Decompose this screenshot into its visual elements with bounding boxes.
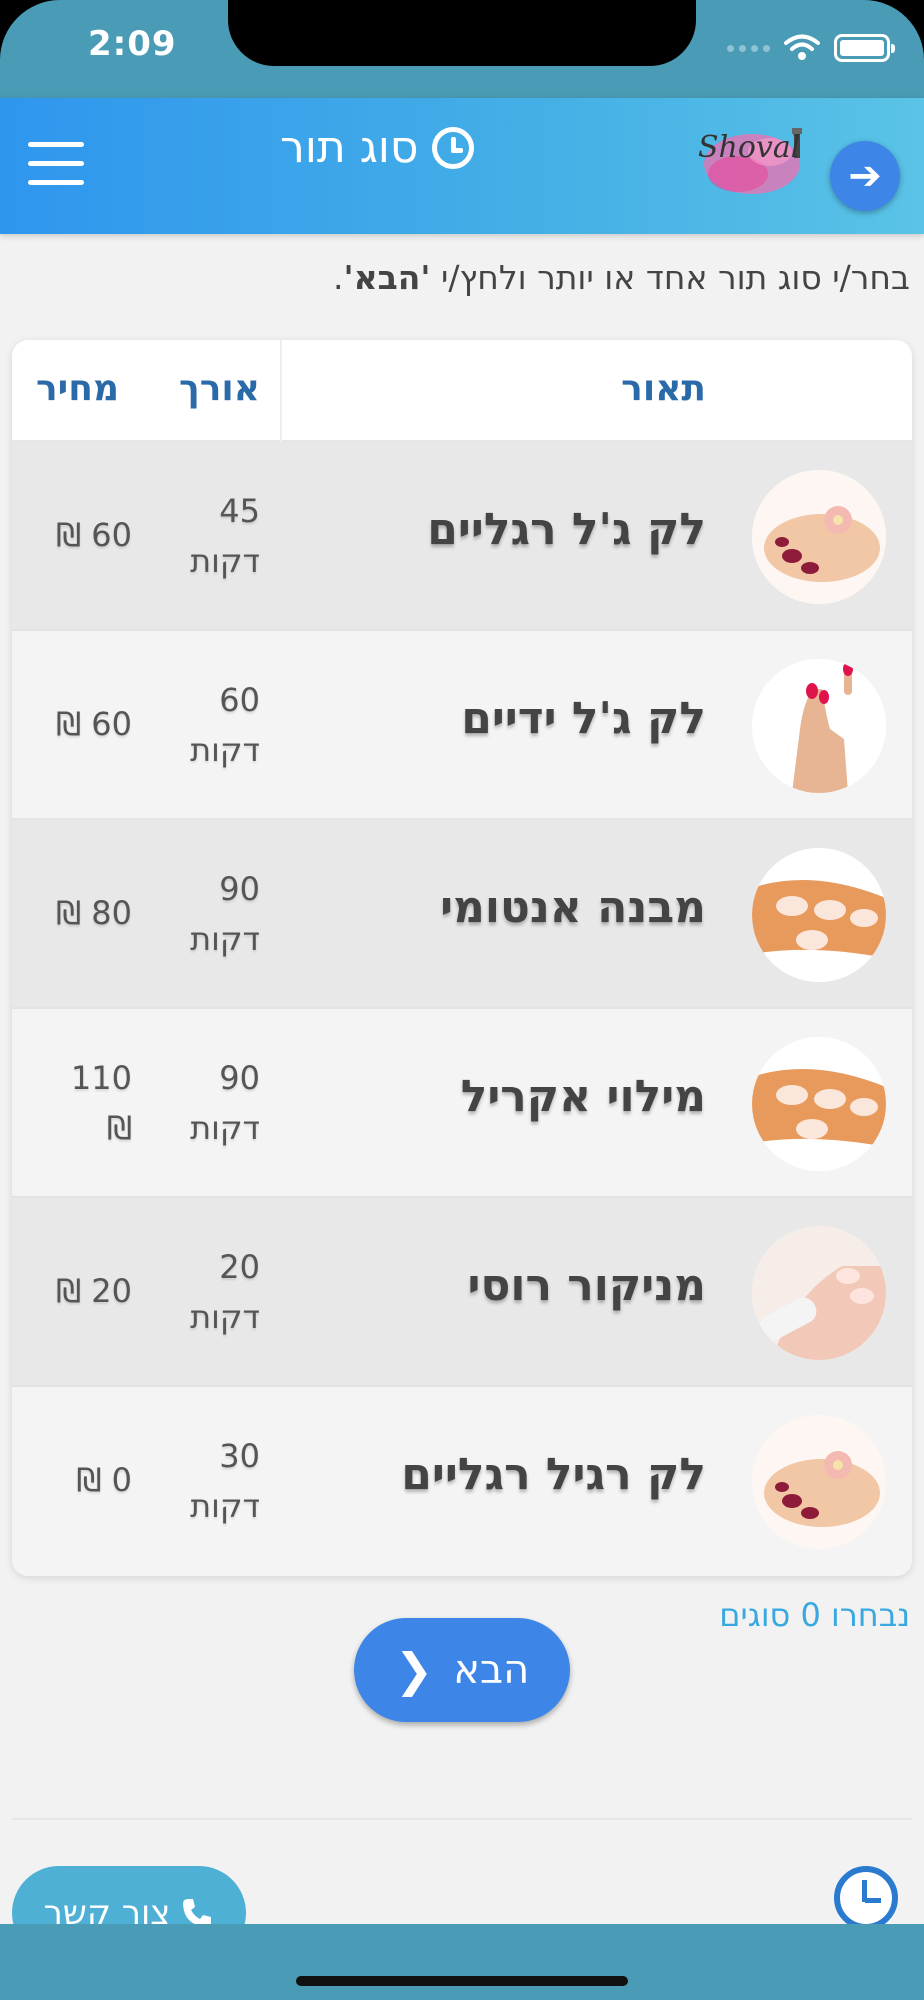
column-price: מחיר <box>36 368 120 409</box>
service-duration: 90 דקות <box>190 1059 260 1147</box>
next-button-label: הבא <box>453 1647 530 1693</box>
service-price: 60 ₪ <box>56 705 132 743</box>
column-description: תאור <box>621 368 706 409</box>
service-duration: 90 דקות <box>190 870 260 958</box>
status-bar: 2:09 <box>0 0 924 98</box>
bottom-bar <box>0 1924 924 2000</box>
french-nails-icon <box>752 1037 886 1171</box>
feet-nails-icon <box>752 470 886 604</box>
table-row[interactable]: מילוי אקריל 90 דקות 110 ₪ <box>12 1009 912 1198</box>
service-price: 80 ₪ <box>56 894 132 932</box>
instruction-text: בחר/י סוג תור אחד או יותר ולחץ/י 'הבא'. <box>332 258 910 297</box>
table-row[interactable]: לק ג'ל ידיים 60 דקות 60 ₪ <box>12 631 912 820</box>
table-row[interactable]: לק ג'ל רגליים 45 דקות 60 ₪ <box>12 442 912 631</box>
table-row[interactable]: מבנה אנטומי 90 דקות 80 ₪ <box>12 820 912 1009</box>
signal-icon <box>727 44 770 52</box>
service-price: 110 ₪ <box>70 1059 132 1147</box>
next-button[interactable]: הבא ❮ <box>354 1618 570 1722</box>
service-price: 60 ₪ <box>56 516 132 554</box>
device-notch <box>228 0 696 66</box>
status-time: 2:09 <box>88 24 177 64</box>
table-header: תאור אורך מחיר <box>12 340 912 442</box>
divider <box>12 1818 912 1820</box>
service-duration: 60 דקות <box>190 681 260 769</box>
salon-logo: Shoval <box>690 112 816 220</box>
chevron-left-icon: ❮ <box>394 1643 434 1697</box>
selected-count: נבחרו 0 סוגים <box>719 1596 910 1634</box>
service-name: לק ג'ל ידיים <box>461 693 706 744</box>
table-row[interactable]: לק רגיל רגליים 30 דקות 0 ₪ <box>12 1387 912 1576</box>
clock-icon <box>432 126 475 169</box>
service-duration: 30 דקות <box>190 1437 260 1525</box>
menu-icon[interactable] <box>28 142 84 186</box>
arrow-right-icon: ➔ <box>848 153 882 199</box>
service-name: לק רגיל רגליים <box>401 1449 706 1500</box>
service-duration: 20 דקות <box>190 1248 260 1336</box>
table-row[interactable]: מניקור רוסי 20 דקות 20 ₪ <box>12 1198 912 1387</box>
wifi-icon <box>784 34 820 60</box>
app-header: סוג תור Shoval ➔ <box>0 98 924 234</box>
service-name: לק ג'ל רגליים <box>427 504 706 555</box>
service-name: מניקור רוסי <box>467 1260 707 1311</box>
nail-file-icon <box>752 1226 886 1360</box>
feet-nails-icon <box>752 1415 886 1549</box>
page-title: סוג תור <box>280 122 475 173</box>
logo-text: Shoval <box>698 130 801 165</box>
forward-button[interactable]: ➔ <box>830 141 900 211</box>
page-title-text: סוג תור <box>280 122 419 173</box>
service-price: 0 ₪ <box>76 1461 132 1499</box>
appointments-clock-icon[interactable] <box>834 1866 898 1930</box>
hand-nails-icon <box>752 659 886 793</box>
service-price: 20 ₪ <box>56 1272 132 1310</box>
french-nails-icon <box>752 848 886 982</box>
service-name: מילוי אקריל <box>460 1071 706 1122</box>
services-table: תאור אורך מחיר לק ג'ל רגליים 45 דקות 60 ₪ <box>12 340 912 1576</box>
home-indicator[interactable] <box>296 1976 628 1986</box>
battery-icon <box>834 34 895 62</box>
column-duration: אורך <box>178 368 260 409</box>
service-duration: 45 דקות <box>190 492 260 580</box>
service-name: מבנה אנטומי <box>440 882 706 933</box>
